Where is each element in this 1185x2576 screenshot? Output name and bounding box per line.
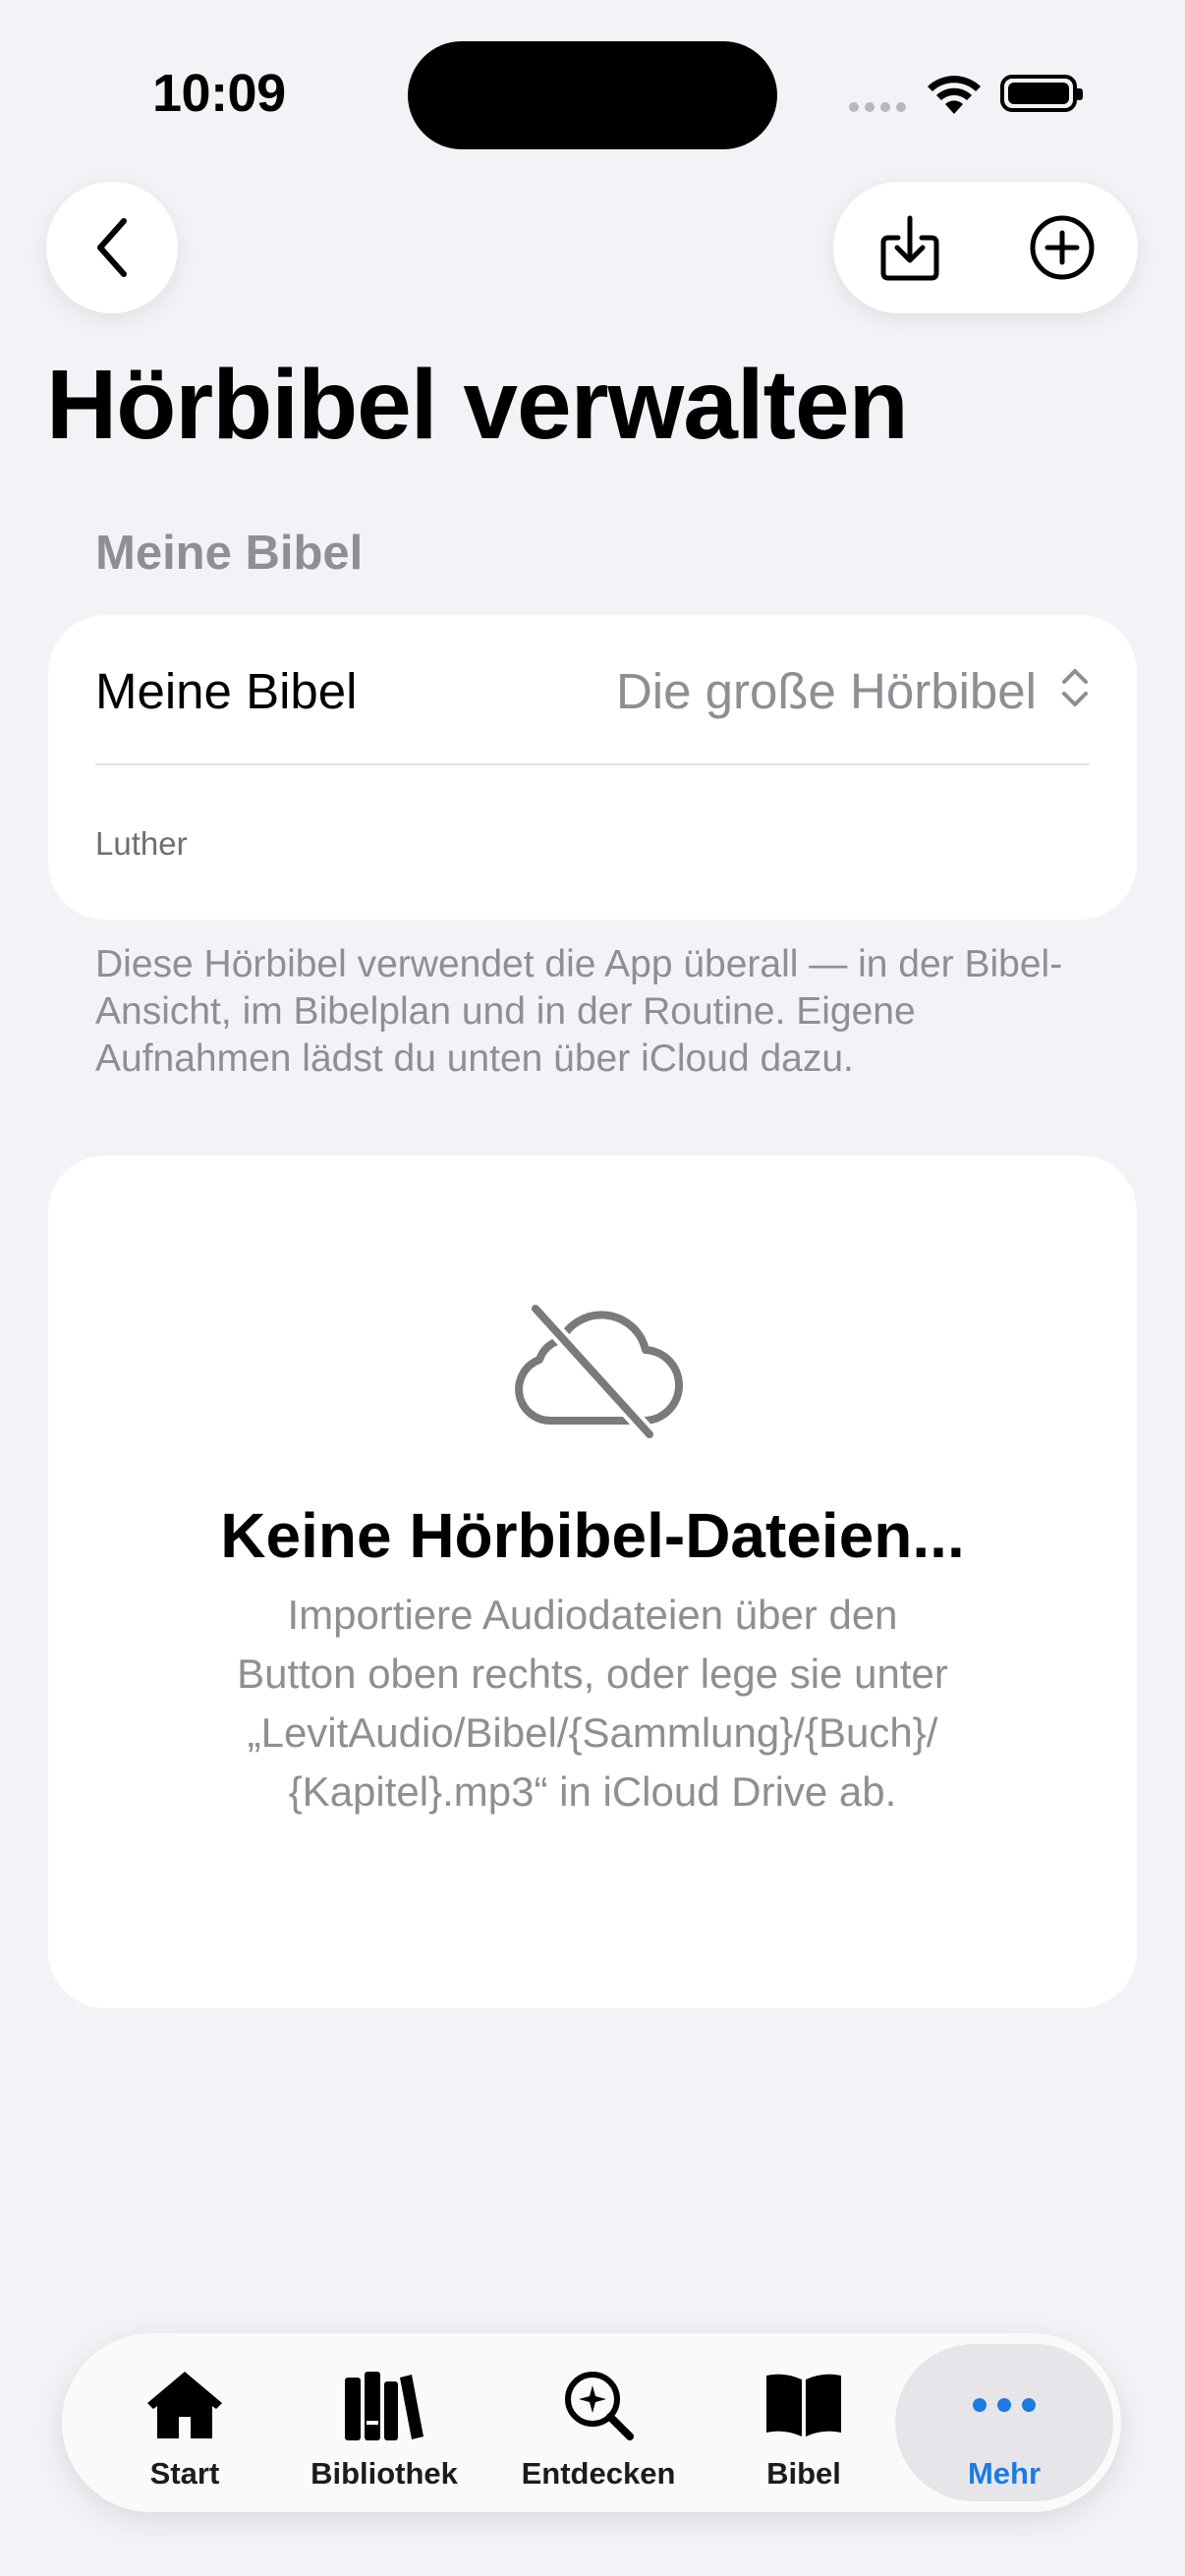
tab-label: Entdecken <box>521 2456 676 2491</box>
empty-state-body-line: {Kapitel}.mp3“ in iCloud Drive ab. <box>288 1768 897 1815</box>
section-footer: Diese Hörbibel verwendet die App überall… <box>95 943 1063 1080</box>
ellipsis-icon <box>973 2398 1036 2412</box>
tab-label: Mehr <box>967 2456 1042 2491</box>
battery-icon <box>1000 75 1083 112</box>
book-icon <box>766 2374 841 2436</box>
add-button[interactable] <box>986 182 1138 313</box>
dynamic-island <box>408 41 777 149</box>
tab-bibel[interactable]: Bibel <box>730 2333 877 2512</box>
tab-bar: Start Bibliothek Entdecken Bibel Mehr <box>62 2333 1121 2512</box>
toolbar-actions <box>833 182 1138 313</box>
section-header: Meine Bibel <box>95 527 364 580</box>
plus-circle-icon <box>1030 215 1094 280</box>
chevron-left-icon <box>97 218 127 277</box>
tab-entdecken[interactable]: Entdecken <box>520 2333 677 2512</box>
magnifier-sparkle-icon <box>565 2372 634 2440</box>
tab-label: Bibel <box>766 2456 841 2491</box>
bible-translation-label: Luther <box>95 825 188 862</box>
tab-bibliothek[interactable]: Bibliothek <box>306 2333 463 2512</box>
empty-state-title: Keine Hörbibel-Dateien... <box>220 1500 965 1571</box>
bible-selection-card: Meine Bibel Die große Hörbibel Luther <box>48 615 1137 920</box>
icloud-slash-icon <box>515 1301 683 1442</box>
empty-state-body-line: Importiere Audiodateien über den <box>287 1592 898 1638</box>
cellular-signal-icon <box>849 102 906 112</box>
empty-state-body-line: Button oben rechts, oder lege sie unter <box>237 1651 948 1697</box>
status-time: 10:09 <box>152 64 286 123</box>
tray-arrow-down-icon <box>880 215 938 281</box>
tab-mehr[interactable]: Mehr <box>895 2344 1113 2501</box>
page-title: Hörbibel verwalten <box>46 350 909 460</box>
bible-row-label: Meine Bibel <box>95 663 358 719</box>
empty-state-card: Keine Hörbibel-Dateien... Importiere Aud… <box>48 1155 1137 2008</box>
import-button[interactable] <box>833 182 986 313</box>
bible-picker-value[interactable]: Die große Hörbibel <box>616 662 1037 720</box>
house-icon <box>147 2372 222 2438</box>
wifi-icon <box>926 75 983 121</box>
tab-label: Start <box>149 2456 220 2491</box>
chevron-up-down-icon[interactable] <box>1060 666 1090 709</box>
tab-label: Bibliothek <box>310 2456 458 2491</box>
empty-state-body-line: „LevitAudio/Bibel/{Sammlung}/{Buch}/ <box>247 1709 938 1756</box>
back-button[interactable] <box>46 182 178 313</box>
empty-state-body: Importiere Audiodateien über den Button … <box>156 1586 1029 1821</box>
row-divider <box>95 763 1090 765</box>
tab-start[interactable]: Start <box>111 2333 258 2512</box>
books-icon <box>345 2372 423 2440</box>
